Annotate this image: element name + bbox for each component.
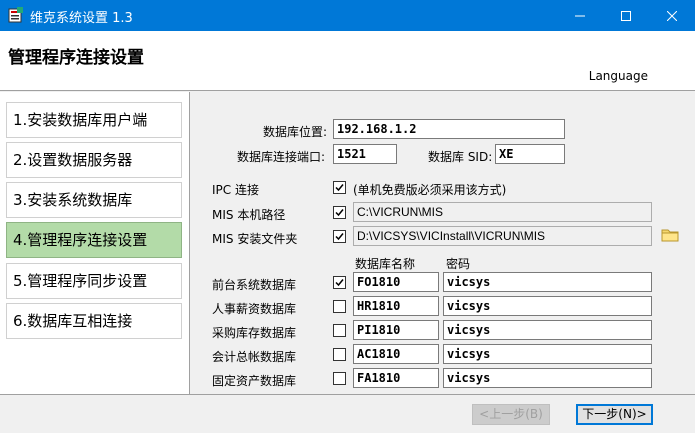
db-password-input[interactable]: vicsys — [443, 296, 652, 316]
settings-panel: 数据库位置: 192.168.1.2 数据库连接端口: 1521 数据库 SID… — [191, 92, 695, 394]
db-row-label: 采购库存数据库 — [212, 326, 297, 340]
port-label: 数据库连接端口: — [237, 150, 326, 164]
sid-input[interactable]: XE — [495, 144, 565, 164]
db-row-checkbox[interactable] — [333, 276, 346, 289]
checkmark-icon — [335, 279, 344, 287]
step-5-button[interactable]: 5.管理程序同步设置 — [6, 263, 182, 299]
sid-label: 数据库 SID: — [428, 150, 493, 164]
db-location-label: 数据库位置: — [263, 125, 328, 139]
maximize-icon — [621, 10, 631, 21]
db-password-input[interactable]: vicsys — [443, 320, 652, 340]
wizard-footer: <上一步(B) 下一步(N)> — [0, 394, 695, 433]
mis-install-input[interactable]: D:\VICSYS\VICInstall\VICRUN\MIS — [353, 226, 652, 246]
title-bar: 维克系统设置 1.3 — [0, 0, 695, 31]
db-password-input[interactable]: vicsys — [443, 272, 652, 292]
language-menu[interactable]: Language — [589, 69, 648, 83]
db-name-input[interactable]: FA1810 — [353, 368, 439, 388]
checkmark-icon — [335, 209, 344, 217]
next-button[interactable]: 下一步(N)> — [576, 404, 653, 425]
checkmark-icon — [335, 184, 344, 192]
page-header: 管理程序连接设置 Language — [0, 31, 695, 91]
window-title: 维克系统设置 1.3 — [30, 11, 133, 26]
app-icon — [8, 7, 23, 23]
maximize-button[interactable] — [603, 0, 649, 31]
mis-install-label: MIS 安装文件夹 — [212, 232, 298, 246]
mis-path-label: MIS 本机路径 — [212, 208, 286, 222]
mis-install-checkbox[interactable] — [333, 230, 346, 243]
step-1-button[interactable]: 1.安装数据库用户端 — [6, 102, 182, 138]
mis-path-input[interactable]: C:\VICRUN\MIS — [353, 202, 652, 222]
ipc-label: IPC 连接 — [212, 183, 259, 197]
checkmark-icon — [335, 233, 344, 241]
db-name-header: 数据库名称 — [355, 257, 416, 271]
close-icon — [667, 10, 677, 21]
db-name-input[interactable]: AC1810 — [353, 344, 439, 364]
mis-path-checkbox[interactable] — [333, 206, 346, 219]
minimize-button[interactable] — [557, 0, 603, 31]
db-row-checkbox[interactable] — [333, 324, 346, 337]
db-row-checkbox[interactable] — [333, 348, 346, 361]
step-6-button[interactable]: 6.数据库互相连接 — [6, 303, 182, 339]
step-4-button[interactable]: 4.管理程序连接设置 — [6, 222, 182, 258]
db-name-input[interactable]: FO1810 — [353, 272, 439, 292]
db-row-checkbox[interactable] — [333, 300, 346, 313]
ipc-note: (单机免费版必须采用该方式) — [353, 183, 507, 197]
db-location-input[interactable]: 192.168.1.2 — [333, 119, 565, 139]
page-title: 管理程序连接设置 — [8, 48, 144, 68]
close-button[interactable] — [649, 0, 695, 31]
db-row-label: 人事薪资数据库 — [212, 302, 297, 316]
db-row-checkbox[interactable] — [333, 372, 346, 385]
port-input[interactable]: 1521 — [333, 144, 397, 164]
db-row-label: 固定资产数据库 — [212, 374, 297, 388]
minimize-icon — [575, 15, 585, 16]
step-2-button[interactable]: 2.设置数据服务器 — [6, 142, 182, 178]
db-name-input[interactable]: PI1810 — [353, 320, 439, 340]
folder-icon[interactable] — [661, 227, 679, 243]
db-row-label: 会计总帐数据库 — [212, 350, 297, 364]
db-name-input[interactable]: HR1810 — [353, 296, 439, 316]
db-row-label: 前台系统数据库 — [212, 278, 297, 292]
step-sidebar: 1.安装数据库用户端 2.设置数据服务器 3.安装系统数据库 4.管理程序连接设… — [0, 92, 190, 394]
db-password-input[interactable]: vicsys — [443, 368, 652, 388]
prev-button[interactable]: <上一步(B) — [472, 404, 550, 425]
ipc-checkbox[interactable] — [333, 181, 346, 194]
step-3-button[interactable]: 3.安装系统数据库 — [6, 182, 182, 218]
db-password-input[interactable]: vicsys — [443, 344, 652, 364]
db-password-header: 密码 — [446, 257, 471, 271]
